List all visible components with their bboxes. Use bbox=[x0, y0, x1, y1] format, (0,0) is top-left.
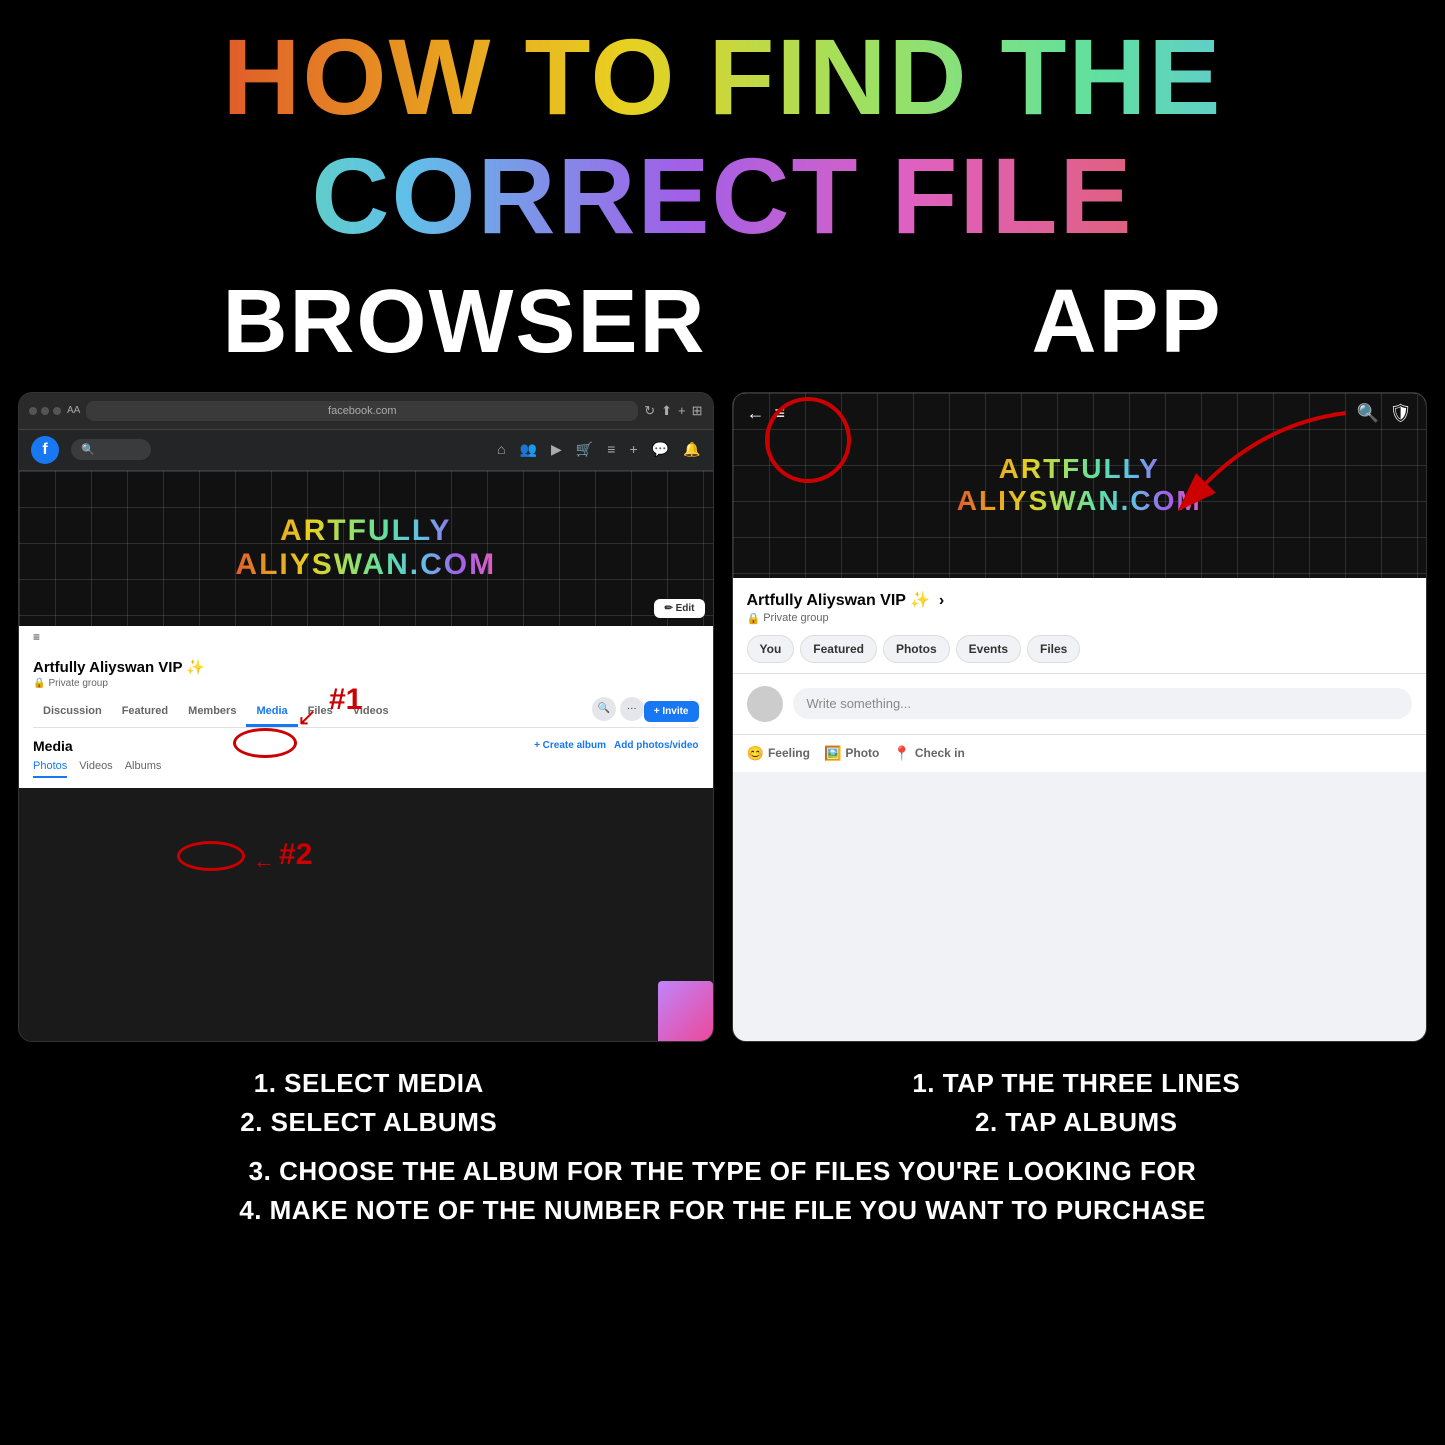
browser-step-1: 1. SELECT MEDIA bbox=[30, 1064, 708, 1103]
browser-media-section: Media + Create album Add photos/video Ph… bbox=[19, 728, 713, 788]
browser-aa-label: AA bbox=[67, 405, 80, 416]
browser-subtab-photos[interactable]: Photos bbox=[33, 760, 67, 778]
browser-subtab-albums[interactable]: Albums bbox=[125, 760, 162, 778]
browser-sub-tabs: Photos Videos Albums bbox=[33, 760, 699, 778]
browser-group-info: Artfully Aliyswan VIP ✨ 🔒 Private group … bbox=[19, 648, 713, 728]
annotation-circle-albums bbox=[177, 841, 245, 871]
section-labels: BROWSER APP bbox=[0, 261, 1445, 392]
fb-logo: f bbox=[31, 436, 59, 464]
app-nav-menu[interactable]: ≡ bbox=[775, 403, 786, 424]
app-cover: ARTFULLYALIYSWAN.COM ← ≡ 🔍 🛡 bbox=[733, 393, 1427, 578]
app-label: APP bbox=[1031, 271, 1222, 374]
page-container: HOW TO FIND THE CORRECT FILE BROWSER APP… bbox=[0, 0, 1445, 1445]
browser-tabs-row: Discussion Featured Members Media Files … bbox=[33, 697, 699, 728]
browser-step-2: 2. SELECT ALBUMS bbox=[30, 1103, 708, 1142]
browser-cover-title: ARTFULLYALIYSWAN.COM bbox=[235, 514, 496, 583]
browser-tab-discussion[interactable]: Discussion bbox=[33, 697, 112, 727]
browser-screenshot: AA facebook.com ↻⬆+⊞ f 🔍 ⌂👥▶🛒≡+💬🔔 ARTFUL… bbox=[18, 392, 714, 1042]
app-action-feeling[interactable]: 😊 Feeling bbox=[747, 745, 810, 762]
browser-edit-btn[interactable]: ✏ Edit bbox=[654, 599, 704, 618]
main-title-area: HOW TO FIND THE CORRECT FILE bbox=[0, 0, 1445, 261]
browser-tab-search[interactable]: 🔍 bbox=[592, 697, 616, 721]
browser-tab-featured[interactable]: Featured bbox=[112, 697, 178, 727]
checkin-icon: 📍 bbox=[893, 745, 910, 762]
app-screenshot: ARTFULLYALIYSWAN.COM ← ≡ 🔍 🛡 bbox=[732, 392, 1428, 1042]
browser-invite-btn[interactable]: + Invite bbox=[644, 701, 699, 722]
app-nav-back[interactable]: ← bbox=[747, 403, 765, 424]
app-post-actions: 😊 Feeling 🖼️ Photo 📍 Check in bbox=[733, 735, 1427, 772]
app-tab-photos[interactable]: Photos bbox=[883, 635, 950, 663]
app-shield-icon[interactable]: 🛡 bbox=[1389, 403, 1412, 424]
app-group-name: Artfully Aliyswan VIP ✨ › bbox=[747, 590, 1413, 610]
annotation-label-2: #2 bbox=[279, 838, 312, 872]
browser-media-actions: + Create album Add photos/video bbox=[534, 740, 698, 751]
app-top-nav: ← ≡ 🔍 🛡 bbox=[733, 393, 1427, 434]
app-write-input[interactable]: Write something... bbox=[793, 688, 1413, 719]
browser-tab-videos[interactable]: Videos bbox=[343, 697, 399, 727]
browser-dots bbox=[29, 407, 61, 415]
screenshots-row: AA facebook.com ↻⬆+⊞ f 🔍 ⌂👥▶🛒≡+💬🔔 ARTFUL… bbox=[0, 392, 1445, 1042]
app-nav-right: 🔍 🛡 bbox=[1357, 403, 1412, 424]
browser-url-bar: facebook.com bbox=[86, 401, 638, 421]
fb-nav-icons: ⌂👥▶🛒≡+💬🔔 bbox=[497, 441, 700, 458]
app-tab-files[interactable]: Files bbox=[1027, 635, 1080, 663]
browser-tab-media[interactable]: Media bbox=[246, 697, 297, 727]
photo-icon: 🖼️ bbox=[824, 745, 841, 762]
app-group-info: Artfully Aliyswan VIP ✨ › 🔒 Private grou… bbox=[733, 578, 1427, 625]
app-write-post: Write something... bbox=[733, 674, 1427, 735]
app-tab-events[interactable]: Events bbox=[956, 635, 1021, 663]
app-step-2: 2. TAP ALBUMS bbox=[738, 1103, 1416, 1142]
app-instructions: 1. TAP THE THREE LINES 2. TAP ALBUMS bbox=[738, 1064, 1416, 1142]
browser-group-privacy: 🔒 Private group bbox=[33, 678, 699, 689]
browser-create-album[interactable]: + Create album bbox=[534, 740, 606, 751]
browser-group-name: Artfully Aliyswan VIP ✨ bbox=[33, 658, 699, 676]
combined-instructions: 3. CHOOSE THE ALBUM FOR THE TYPE OF FILE… bbox=[0, 1152, 1445, 1230]
bottom-instructions: 1. SELECT MEDIA 2. SELECT ALBUMS 1. TAP … bbox=[0, 1042, 1445, 1152]
browser-media-header: Media + Create album Add photos/video bbox=[33, 738, 699, 754]
fb-nav-bar: f 🔍 ⌂👥▶🛒≡+💬🔔 bbox=[19, 430, 713, 471]
main-title-text: HOW TO FIND THE CORRECT FILE bbox=[223, 16, 1223, 256]
browser-media-thumb bbox=[658, 981, 713, 1041]
feeling-icon: 😊 bbox=[747, 745, 764, 762]
fb-search-bar[interactable]: 🔍 bbox=[71, 439, 151, 460]
annotation-arrow-2: ← bbox=[253, 848, 275, 874]
browser-cover: ARTFULLYALIYSWAN.COM ✏ Edit bbox=[19, 471, 713, 626]
browser-icons: ↻⬆+⊞ bbox=[644, 403, 702, 419]
combined-step-3: 3. CHOOSE THE ALBUM FOR THE TYPE OF FILE… bbox=[20, 1152, 1425, 1191]
app-tabs-row: You Featured Photos Events Files bbox=[733, 625, 1427, 674]
app-search-icon[interactable]: 🔍 bbox=[1357, 403, 1379, 424]
app-action-checkin[interactable]: 📍 Check in bbox=[893, 745, 964, 762]
browser-media-title: Media bbox=[33, 738, 73, 754]
browser-add-photos[interactable]: Add photos/video bbox=[614, 740, 698, 751]
browser-tab-members[interactable]: Members bbox=[178, 697, 246, 727]
browser-subtab-videos[interactable]: Videos bbox=[79, 760, 112, 778]
app-group-privacy: 🔒 Private group bbox=[747, 612, 1413, 625]
combined-step-4: 4. MAKE NOTE OF THE NUMBER FOR THE FILE … bbox=[20, 1191, 1425, 1230]
app-step-1: 1. TAP THE THREE LINES bbox=[738, 1064, 1416, 1103]
browser-label: BROWSER bbox=[222, 271, 706, 374]
app-action-photo[interactable]: 🖼️ Photo bbox=[824, 745, 879, 762]
browser-instructions: 1. SELECT MEDIA 2. SELECT ALBUMS bbox=[30, 1064, 708, 1142]
app-tab-you[interactable]: You bbox=[747, 635, 795, 663]
browser-tab-files[interactable]: Files bbox=[298, 697, 343, 727]
browser-top-bar: AA facebook.com ↻⬆+⊞ bbox=[19, 393, 713, 430]
app-avatar bbox=[747, 686, 783, 722]
browser-tab-more[interactable]: ··· bbox=[620, 697, 644, 721]
app-tab-featured[interactable]: Featured bbox=[800, 635, 877, 663]
app-cover-title: ARTFULLYALIYSWAN.COM bbox=[957, 453, 1202, 517]
